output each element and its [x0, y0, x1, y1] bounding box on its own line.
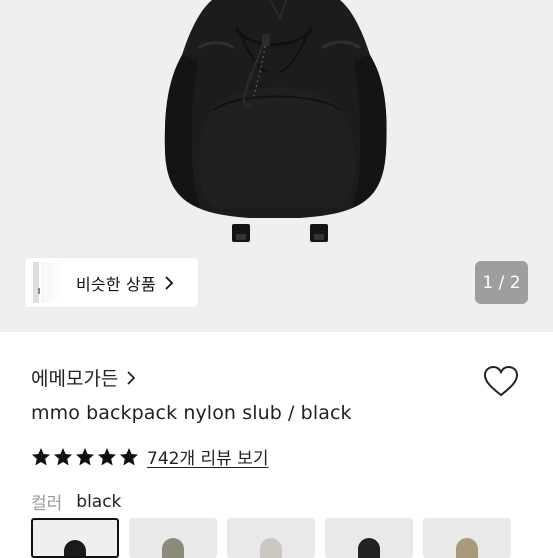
swatch-thumbnail — [64, 540, 86, 556]
swatch-thumbnail — [456, 538, 478, 558]
chevron-right-icon — [164, 275, 174, 291]
color-swatch-black-2[interactable] — [325, 518, 413, 558]
similar-products-button[interactable]: 비슷한 상품 — [25, 258, 198, 307]
image-counter-badge: 1 / 2 — [475, 261, 528, 304]
selected-color-value: black — [76, 491, 122, 512]
rating-row: 742개 리뷰 보기 — [31, 444, 268, 469]
color-swatch-khaki[interactable] — [129, 518, 217, 558]
swatch-thumbnail — [260, 538, 282, 558]
brand-link[interactable]: 에메모가든 — [31, 364, 136, 391]
star-icon — [98, 447, 116, 465]
similar-product-thumbnail — [25, 258, 69, 307]
product-image-gallery[interactable]: 비슷한 상품 1 / 2 — [0, 0, 553, 332]
color-swatch-black[interactable] — [31, 518, 119, 558]
wishlist-heart-button[interactable] — [482, 364, 520, 398]
color-swatch-beige[interactable] — [423, 518, 511, 558]
brand-name: 에메모가든 — [31, 368, 119, 390]
color-option-row: 컬러 black — [31, 489, 122, 515]
heart-icon — [483, 365, 519, 397]
star-icon — [76, 447, 94, 465]
color-swatch-list — [31, 518, 511, 558]
chevron-right-icon — [126, 370, 136, 386]
star-icon — [54, 447, 72, 465]
swatch-thumbnail — [162, 538, 184, 558]
color-label: 컬러 — [31, 494, 63, 514]
star-icon — [120, 447, 138, 465]
reviews-link[interactable]: 742개 리뷰 보기 — [147, 444, 268, 469]
color-swatch-light-grey[interactable] — [227, 518, 315, 558]
similar-products-label: 비슷한 상품 — [76, 274, 156, 294]
star-rating — [31, 447, 139, 467]
product-title: mmo backpack nylon slub / black — [31, 402, 352, 424]
swatch-thumbnail — [358, 538, 380, 558]
star-icon — [32, 447, 50, 465]
